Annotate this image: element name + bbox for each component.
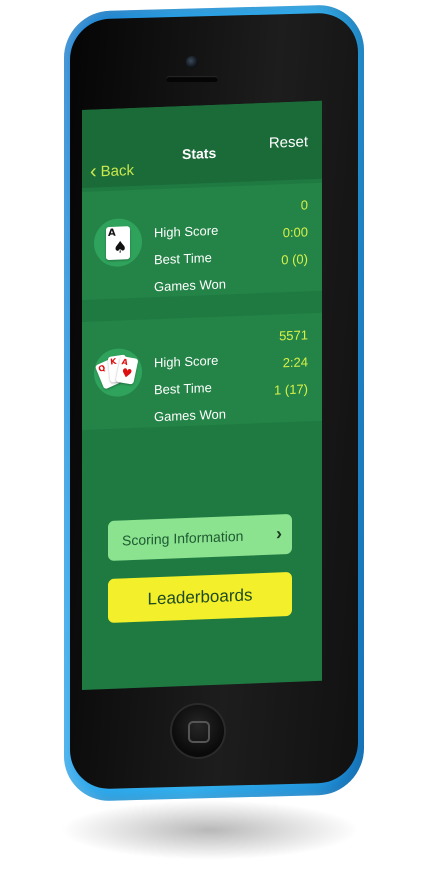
scoring-information-button[interactable]: Scoring Information ›	[108, 513, 292, 562]
leaderboards-button[interactable]: Leaderboards	[108, 571, 292, 624]
stat-value: 0 (0)	[281, 251, 308, 268]
stat-label: Games Won	[154, 406, 227, 425]
spade-ace-card-icon: A ♠	[94, 217, 142, 268]
chevron-right-icon: ›	[276, 523, 282, 544]
stat-value: 0	[300, 197, 308, 213]
home-square-icon	[188, 721, 210, 743]
leaderboards-label: Leaderboards	[147, 585, 253, 609]
stat-labels: High Score Best Time Games Won	[154, 346, 226, 430]
scoring-label: Scoring Information	[122, 527, 244, 549]
reset-button[interactable]: Reset	[269, 133, 308, 152]
stat-label: Games Won	[154, 276, 227, 295]
nav-bar: ‹ Back Stats Reset	[82, 100, 322, 188]
back-label: Back	[100, 161, 135, 180]
fanned-cards-icon: Q K A ♥	[94, 347, 142, 398]
stat-label: High Score	[154, 352, 219, 371]
page-title: Stats	[182, 144, 217, 163]
heart-icon: ♥	[120, 365, 134, 382]
stat-values: 5571 2:24 1 (17)	[274, 321, 308, 403]
stat-value: 2:24	[282, 354, 308, 371]
phone-shadow	[60, 800, 360, 860]
back-button[interactable]: ‹ Back	[90, 160, 134, 182]
card-icon: A ♠	[106, 226, 130, 261]
app-screen: ‹ Back Stats Reset A ♠ High Score Best T…	[82, 100, 322, 690]
card-rank: Q	[97, 363, 107, 375]
stat-label: High Score	[154, 222, 219, 241]
earpiece-speaker	[166, 76, 218, 82]
game-stats-section: Q K A ♥ High Score Best Time Games Won 5…	[82, 312, 322, 430]
stat-values: 0 0:00 0 (0)	[281, 191, 308, 273]
card-icon: A ♥	[115, 355, 139, 385]
stat-value: 5571	[279, 327, 308, 344]
home-button[interactable]	[172, 705, 224, 757]
card-rank: K	[109, 356, 117, 367]
spade-icon: ♠	[113, 237, 128, 257]
stat-value: 1 (17)	[274, 381, 308, 398]
stat-value: 0:00	[282, 224, 308, 241]
front-camera	[186, 56, 198, 68]
game-stats-section: A ♠ High Score Best Time Games Won 0 0:0…	[82, 182, 322, 300]
chevron-left-icon: ‹	[90, 160, 97, 183]
stat-labels: High Score Best Time Games Won	[154, 216, 226, 300]
stat-label: Best Time	[154, 380, 212, 398]
stat-label: Best Time	[154, 250, 212, 268]
